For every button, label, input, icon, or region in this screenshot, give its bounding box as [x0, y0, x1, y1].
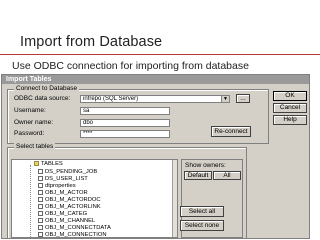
connect-group-label: Connect to Database [14, 85, 80, 93]
select-none-button[interactable]: Select none [180, 220, 224, 231]
table-icon [38, 218, 43, 223]
slide-subtitle: Use ODBC connection for importing from d… [12, 60, 249, 72]
username-label: Username: [14, 107, 46, 114]
table-icon [38, 232, 43, 237]
all-owners-button[interactable]: All [213, 171, 241, 180]
dialog-titlebar: Import Tables [2, 75, 309, 84]
table-icon [38, 197, 43, 202]
table-icon [38, 169, 43, 174]
tree-node-label: TABLES [41, 161, 63, 167]
table-icon [38, 204, 43, 209]
ok-button[interactable]: OK [273, 91, 307, 101]
connect-to-database-group: Connect to Database ODBC data source: in… [7, 85, 269, 144]
select-tables-label: Select tables [14, 143, 56, 151]
odbc-data-source-select[interactable]: infrepo (SQL Server) ▼ [80, 95, 230, 103]
browse-button[interactable]: ... [236, 94, 250, 103]
password-label: Password: [14, 130, 45, 137]
odbc-label: ODBC data source: [14, 95, 71, 102]
show-owners-label: Show owners: [185, 162, 226, 169]
table-icon [38, 190, 43, 195]
table-icon [38, 211, 43, 216]
username-field[interactable]: sa [80, 107, 170, 115]
table-icon [38, 183, 43, 188]
folder-icon [34, 161, 39, 166]
help-button[interactable]: Help [273, 115, 307, 125]
slide-title: Import from Database [20, 34, 163, 50]
tree-connector [30, 165, 31, 237]
reconnect-button[interactable]: Re-connect [211, 126, 251, 137]
table-icon [38, 225, 43, 230]
owner-name-field[interactable]: dbo [80, 119, 170, 127]
tables-tree[interactable]: TABLES DS_PENDING_JOB DS_USER_LIST dtprope… [11, 159, 178, 238]
default-owner-button[interactable]: Default [184, 171, 212, 180]
tree-node-label: OBJ_M_CONNECTION [45, 232, 107, 238]
title-divider [0, 54, 320, 55]
import-tables-dialog: Import Tables Connect to Database ODBC d… [1, 74, 310, 239]
tree-node-tables[interactable]: TABLES [34, 160, 63, 168]
odbc-value: infrepo (SQL Server) [83, 96, 139, 102]
table-icon [38, 176, 43, 181]
dialog-title: Import Tables [6, 76, 52, 83]
chevron-down-icon[interactable]: ▼ [221, 96, 229, 102]
tree-scrollbar[interactable] [172, 160, 177, 237]
select-all-button[interactable]: Select all [180, 206, 224, 217]
owner-name-label: Owner name: [14, 119, 54, 126]
tree-node-table[interactable]: OBJ_M_CONNECTION [38, 231, 107, 238]
cancel-button[interactable]: Cancel [273, 103, 307, 113]
password-field[interactable]: **** [80, 130, 170, 138]
